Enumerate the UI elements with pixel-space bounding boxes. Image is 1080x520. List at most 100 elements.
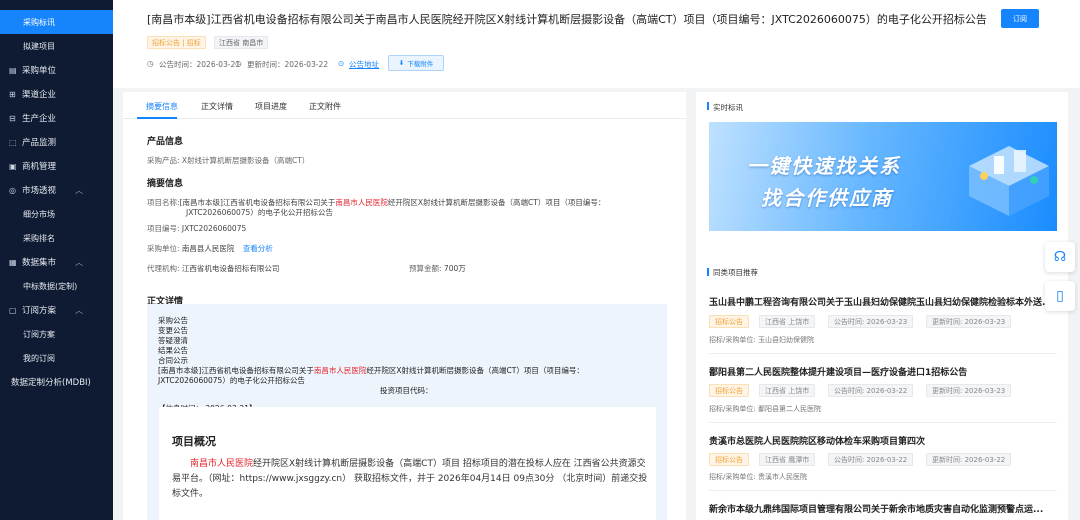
summary-heading: 摘要信息: [147, 179, 184, 189]
notice-address-link[interactable]: 公告地址: [349, 59, 379, 70]
body-title: [南昌市本级]江西省机电设备招标有限公司关于南昌市人民医院经开院区X射线计算机断…: [158, 366, 658, 386]
sidebar-item-product-monitor[interactable]: ⬚ 产品监测: [0, 130, 113, 154]
chevron-up-icon: ︿: [75, 305, 83, 315]
body-title-text: [南昌市本级]江西省机电设备招标有限公司关于: [158, 366, 314, 375]
publish-time-tag: 公告时间: 2026-03-22: [828, 384, 914, 397]
isometric-illustration-icon: [969, 146, 1049, 216]
subscription-icon: ▢: [9, 305, 17, 315]
body-detail-box: 采购公告 变更公告 答疑澄清 结果公告 合同公示 [南昌市本级]江西省机电设备招…: [147, 304, 667, 520]
sidebar-item-label: 产品监测: [22, 138, 57, 148]
sidebar-item-label: 细分市场: [23, 209, 55, 219]
download-attachment-button[interactable]: ⬇ 下载附件: [388, 55, 444, 71]
sidebar-item-label: 采购单位: [22, 66, 57, 76]
tab-summary[interactable]: 摘要信息: [146, 101, 178, 112]
notice-header: [南昌市本级]江西省机电设备招标有限公司关于南昌市人民医院经开院区X射线计算机断…: [113, 0, 1080, 88]
sidebar-item-segment-market[interactable]: 细分市场: [0, 202, 113, 226]
project-code-label: 项目编号:: [147, 224, 180, 233]
purchaser-label: 采购单位:: [147, 244, 180, 253]
sidebar-item-label: 渠道企业: [22, 90, 57, 100]
region-tag: 江西省 鹰潭市: [759, 453, 816, 466]
list-item: 合同公示: [158, 356, 188, 365]
sidebar-item-label: 订阅方案: [23, 329, 55, 339]
briefcase-icon: ▣: [9, 161, 17, 171]
sidebar-item-label: 生产企业: [22, 114, 57, 124]
list-item: 结果公告: [158, 346, 188, 355]
sidebar-item-procurement-ranking[interactable]: 采购排名: [0, 226, 113, 250]
download-icon: ⬇: [398, 59, 405, 67]
region-tag: 江西省 南昌市: [214, 36, 269, 49]
factory-icon: ⊟: [9, 113, 16, 123]
sidebar-item-label: 采购标讯: [23, 17, 55, 27]
notice-type-tag: 招标公告: [709, 384, 749, 397]
sidebar-item-purchasers[interactable]: ▤ 采购单位: [0, 58, 113, 82]
mobile-app-button[interactable]: ▯: [1045, 281, 1075, 311]
budget-row: 预算金额: 700万: [409, 264, 466, 274]
similar-project-title[interactable]: 贵溪市总医院人民医院院区移动体检车采购项目第四次: [709, 434, 1057, 447]
sidebar-item-my-subscription[interactable]: 我的订阅: [0, 346, 113, 370]
promo-banner[interactable]: 一键快速找关系 找合作供应商: [709, 122, 1057, 231]
view-analysis-link[interactable]: 查看分析: [243, 244, 273, 253]
active-tab-indicator: [137, 117, 177, 119]
target-icon: ◎: [9, 185, 16, 195]
sidebar-item-subscription-plan[interactable]: 订阅方案: [0, 322, 113, 346]
tab-progress[interactable]: 项目进度: [255, 101, 287, 112]
sidebar-item-label: 订阅方案: [22, 306, 57, 316]
sidebar-item-data-market[interactable]: ▦ 数据集市 ︿: [0, 250, 113, 274]
sidebar-item-label: 数据定制分析(MDBI): [11, 378, 91, 388]
divider: [709, 490, 1057, 491]
similar-project-title[interactable]: 新余市本级九鼎纬国际项目管理有限公司关于新余市地质灾害自动化监测预警点运...: [709, 502, 1057, 515]
sidebar-item-opportunities[interactable]: ▣ 商机管理: [0, 154, 113, 178]
sidebar-item-label: 中标数据(定制): [23, 281, 78, 291]
body-title-text: JXTC2026060075）的电子化公开招标公告: [158, 376, 305, 385]
sidebar-item-label: 数据集市: [22, 258, 57, 268]
sidebar-item-label: 市场透视: [22, 186, 57, 196]
realtime-heading: 实时标讯: [713, 103, 743, 112]
region-tag: 江西省 上饶市: [759, 315, 816, 328]
detail-tabs: 摘要信息 正文详情 项目进度 正文附件: [123, 92, 686, 119]
publish-time-tag: 公告时间: 2026-03-22: [828, 453, 914, 466]
banner-line-1: 一键快速找关系: [747, 154, 901, 178]
clock-icon: ◷: [235, 59, 242, 68]
publish-time: 公告时间：2026-03-21: [159, 60, 241, 69]
agency-label: 代理机构:: [147, 264, 180, 273]
sidebar-item-mdbi[interactable]: 数据定制分析(MDBI): [0, 370, 113, 394]
subscribe-button[interactable]: 订阅: [1001, 9, 1039, 28]
agency-row: 代理机构: 江西省机电设备招标有限公司: [147, 264, 279, 274]
budget-label: 预算金额:: [409, 264, 442, 273]
channel-icon: ⊞: [9, 89, 16, 99]
customer-service-button[interactable]: ☊: [1045, 242, 1075, 272]
sidebar-item-manufacturers[interactable]: ⊟ 生产企业: [0, 106, 113, 130]
project-name-row: 项目名称:[南昌市本级]江西省机电设备招标有限公司关于南昌市人民医院经开院区X射…: [147, 198, 662, 218]
similar-project-title[interactable]: 鄱阳县第二人民医院整体提升建设项目—医疗设备进口1招标公告: [709, 365, 1057, 378]
list-item: 变更公告: [158, 326, 188, 335]
sidebar-item-proposed-projects[interactable]: 拟建项目: [0, 34, 113, 58]
sidebar-item-subscription[interactable]: ▢ 订阅方案 ︿: [0, 298, 113, 322]
similar-project-unit: 招标/采购单位: 鄱阳县第二人民医院: [709, 405, 821, 413]
body-title-text: 经开院区X射线计算机断层摄影设备（高端CT）项目（项目编号：: [366, 366, 584, 375]
sidebar-item-winning-bid-data[interactable]: 中标数据(定制): [0, 274, 113, 298]
similar-project-title[interactable]: 玉山县中鹏工程咨询有限公司关于玉山县妇幼保健院玉山县妇幼保健院检验标本外送...: [709, 295, 1057, 308]
overview-text: 南昌市人民医院经开院区X射线计算机断层摄影设备（高端CT）项目 招标项目的潜在投…: [172, 457, 650, 502]
publish-time-tag: 公告时间: 2026-03-23: [828, 315, 914, 328]
notice-type-tag: 招标公告: [709, 315, 749, 328]
phone-icon: ▯: [1056, 288, 1064, 304]
project-code-row: 项目编号: JXTC2026060075: [147, 224, 246, 234]
sidebar-item-market-insight[interactable]: ◎ 市场透视 ︿: [0, 178, 113, 202]
similar-project-unit: 招标/采购单位: 玉山县妇幼保健院: [709, 336, 814, 344]
sidebar-item-procurement-news[interactable]: 采购标讯: [0, 10, 113, 34]
banner-line-2: 找合作供应商: [761, 186, 893, 210]
overview-text-part: 标文件。: [172, 489, 209, 499]
tab-attachments[interactable]: 正文附件: [309, 101, 341, 112]
sidebar: 采购标讯 拟建项目 ▤ 采购单位 ⊞ 渠道企业 ⊟ 生产企业 ⬚ 产品监测 ▣ 商机管理 …: [0, 0, 113, 520]
notice-type-tag: 招标公告 | 招标: [147, 36, 206, 49]
overview-highlight: 南昌市人民医院: [190, 459, 254, 469]
notice-type-tag: 招标公告: [709, 453, 749, 466]
sidebar-item-channel-companies[interactable]: ⊞ 渠道企业: [0, 82, 113, 106]
sidebar-item-label: 拟建项目: [23, 41, 55, 51]
project-name-highlight: 南昌市人民医院: [335, 198, 388, 207]
tab-body[interactable]: 正文详情: [201, 101, 233, 112]
overview-heading: 项目概况: [172, 435, 216, 448]
right-panel: 实时标讯 一键快速找关系 找合作供应商 同类项目推荐 玉山县中鹏工程咨询有限公司…: [696, 92, 1068, 520]
chevron-up-icon: ︿: [75, 257, 83, 267]
agency-value: 江西省机电设备招标有限公司: [181, 264, 280, 273]
